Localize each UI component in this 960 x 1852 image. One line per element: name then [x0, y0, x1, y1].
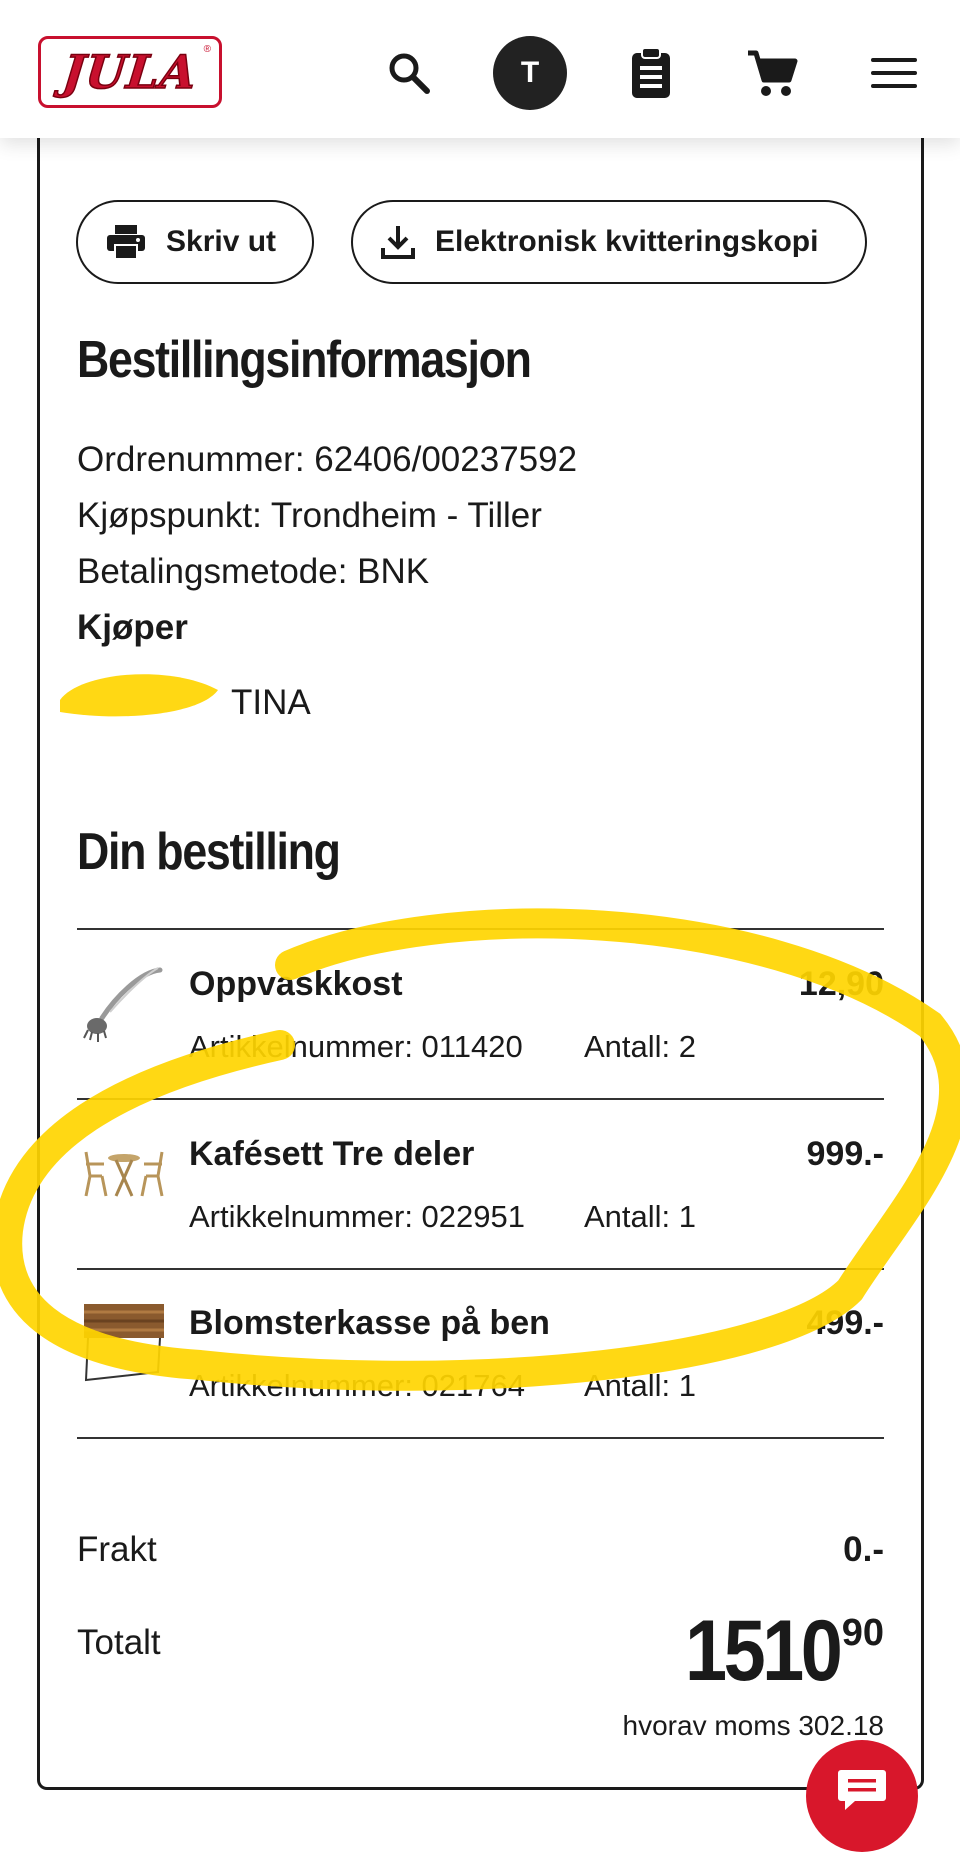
divider [77, 1437, 884, 1439]
order-info-heading: Bestillingsinformasjon [77, 331, 532, 389]
total-integer: 1510 [685, 1603, 843, 1699]
total-amount: 1510 90 [664, 1608, 884, 1694]
avatar-initial: T [520, 56, 540, 89]
receipt-copy-label: Elektronisk kvitteringskopi [435, 225, 819, 258]
print-button[interactable]: Skriv ut [76, 200, 314, 284]
item-price: 499.- [806, 1304, 885, 1342]
divider [77, 1098, 884, 1100]
item-quantity: Antall: 1 [584, 1199, 697, 1234]
chat-button[interactable] [806, 1740, 918, 1852]
logo-text: JULA [59, 44, 200, 100]
vat-amount: hvorav moms 302.18 [622, 1710, 884, 1741]
item-price: 999.- [806, 1135, 885, 1173]
cart-icon[interactable] [735, 36, 809, 110]
total-label: Totalt [77, 1623, 161, 1662]
payment-method: Betalingsmetode: BNK [77, 552, 430, 591]
divider [77, 928, 884, 930]
clipboard-icon[interactable] [614, 36, 688, 110]
hamburger-menu-icon[interactable] [857, 36, 931, 110]
shipping-label: Frakt [77, 1530, 157, 1569]
item-article-number: Artikkelnummer: 011420 [189, 1029, 523, 1064]
item-quantity: Antall: 1 [584, 1368, 697, 1403]
buyer-label: Kjøper [77, 608, 188, 647]
divider [77, 1268, 884, 1270]
app-header: JULA ® T [0, 0, 960, 138]
item-name[interactable]: Blomsterkasse på ben [189, 1304, 550, 1343]
item-quantity: Antall: 2 [584, 1029, 697, 1064]
printer-icon [107, 225, 145, 260]
total-decimals: 90 [841, 1612, 884, 1654]
item-name[interactable]: Kafésett Tre deler [189, 1135, 474, 1174]
buyer-name: TINA [231, 683, 311, 722]
order-number: Ordrenummer: 62406/00237592 [77, 440, 578, 479]
jula-logo[interactable]: JULA ® [38, 36, 222, 108]
purchase-point: Kjøpspunkt: Trondheim - Tiller [77, 496, 542, 535]
shipping-value: 0.- [843, 1530, 884, 1569]
item-price: 12,90 [798, 965, 884, 1003]
order-heading: Din bestilling [77, 823, 341, 881]
search-icon[interactable] [372, 36, 446, 110]
print-button-label: Skriv ut [166, 225, 277, 258]
dish-brush-image [83, 967, 163, 1042]
item-article-number: Artikkelnummer: 021764 [189, 1368, 525, 1403]
cafe-set-image [84, 1151, 164, 1197]
chat-icon [838, 1770, 886, 1810]
download-icon [381, 226, 415, 259]
registered-mark: ® [203, 44, 211, 55]
planter-box-image [84, 1304, 164, 1382]
item-name[interactable]: Oppvaskkost [189, 965, 403, 1004]
item-article-number: Artikkelnummer: 022951 [189, 1199, 525, 1234]
user-avatar[interactable]: T [493, 36, 567, 110]
receipt-copy-button[interactable]: Elektronisk kvitteringskopi [351, 200, 867, 284]
